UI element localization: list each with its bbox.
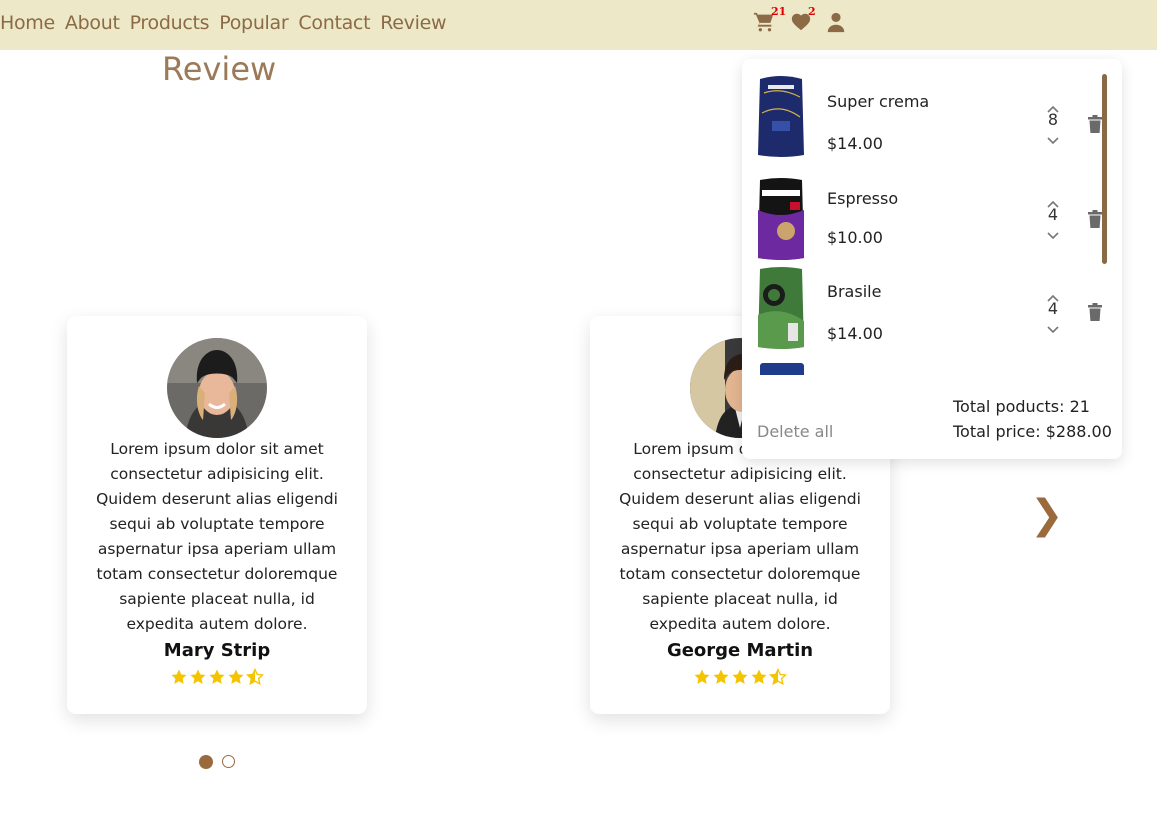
quantity-value: 4	[1047, 205, 1059, 224]
cart-dropdown: Super crema $14.00 8 Espresso $10.00 4 B…	[742, 59, 1122, 459]
product-price: $14.00	[827, 324, 883, 343]
nav-link-review[interactable]: Review	[380, 12, 446, 34]
cart-list: Super crema $14.00 8 Espresso $10.00 4 B…	[742, 59, 1122, 375]
product-image	[756, 73, 806, 159]
nav-link-contact[interactable]: Contact	[298, 12, 370, 34]
half-star-icon	[769, 668, 787, 686]
delete-item-button[interactable]	[1087, 210, 1103, 228]
chevron-down-icon	[1047, 137, 1059, 145]
quantity-stepper: 4	[1042, 287, 1064, 334]
pagination-dot[interactable]	[222, 755, 235, 768]
product-name: Brasile	[827, 282, 882, 301]
star-icon	[713, 669, 729, 684]
decrement-button[interactable]	[1042, 319, 1064, 334]
cart-count-badge: 21	[771, 5, 787, 18]
star-rating	[67, 668, 367, 686]
quantity-value: 8	[1047, 110, 1059, 129]
cart-button[interactable]: 21	[753, 5, 786, 33]
quantity-value: 4	[1047, 299, 1059, 318]
wishlist-button[interactable]: 2	[790, 5, 816, 33]
chevron-down-icon	[1047, 326, 1059, 334]
product-image-partial	[760, 363, 804, 375]
product-price: $14.00	[827, 134, 883, 153]
cart-item: Espresso $10.00 4	[742, 176, 1102, 266]
product-image	[756, 176, 806, 262]
decrement-button[interactable]	[1042, 130, 1064, 145]
avatar	[167, 338, 267, 438]
star-icon	[228, 669, 244, 684]
review-text: Lorem ipsum dolor sit amet consectetur a…	[619, 440, 861, 633]
cart-item: Brasile $14.00 4	[742, 265, 1102, 355]
user-icon	[827, 12, 845, 33]
star-icon	[171, 669, 187, 684]
quantity-stepper: 8	[1042, 98, 1064, 145]
delete-item-button[interactable]	[1087, 303, 1103, 321]
pagination-dot-active[interactable]	[199, 755, 213, 769]
star-icon	[190, 669, 206, 684]
star-icon	[694, 669, 710, 684]
user-button[interactable]	[825, 11, 847, 33]
reviewer-name: George Martin	[666, 640, 814, 661]
reviewer-name: Mary Strip	[163, 640, 271, 661]
trash-icon	[1088, 115, 1102, 133]
total-price: Total price: $288.00	[953, 422, 1112, 441]
total-products: Total poducts: 21	[953, 397, 1090, 416]
product-name: Super crema	[827, 92, 930, 111]
review-card: Lorem ipsum dolor sit amet consectetur a…	[67, 316, 367, 714]
chevron-down-icon	[1047, 232, 1059, 240]
product-image	[756, 265, 806, 351]
nav-links: Home About Products Popular Contact Revi…	[0, 12, 456, 34]
increment-button[interactable]	[1042, 287, 1064, 302]
section-title: Review	[162, 50, 277, 88]
delete-item-button[interactable]	[1087, 115, 1103, 133]
delete-all-button[interactable]: Delete all	[757, 422, 833, 441]
trash-icon	[1088, 303, 1102, 321]
product-name: Espresso	[827, 189, 899, 208]
nav-link-home[interactable]: Home	[0, 12, 55, 34]
cart-scrollbar[interactable]	[1102, 74, 1107, 264]
quantity-stepper: 4	[1042, 193, 1064, 240]
increment-button[interactable]	[1042, 98, 1064, 113]
trash-icon	[1088, 210, 1102, 228]
wishlist-count-badge: 2	[808, 5, 816, 18]
nav-link-products[interactable]: Products	[130, 12, 210, 34]
increment-button[interactable]	[1042, 193, 1064, 208]
star-rating	[590, 668, 890, 686]
avatar-image	[167, 338, 267, 438]
star-icon	[732, 669, 748, 684]
decrement-button[interactable]	[1042, 225, 1064, 240]
nav-link-about[interactable]: About	[65, 12, 120, 34]
product-price: $10.00	[827, 228, 883, 247]
review-text: Lorem ipsum dolor sit amet consectetur a…	[96, 440, 338, 633]
next-arrow-button[interactable]: ❯	[1030, 492, 1064, 538]
half-star-icon	[246, 668, 264, 686]
navbar: Home About Products Popular Contact Revi…	[0, 0, 1157, 50]
nav-link-popular[interactable]: Popular	[219, 12, 288, 34]
cart-item: Super crema $14.00 8	[742, 73, 1102, 163]
star-icon	[751, 669, 767, 684]
star-icon	[209, 669, 225, 684]
